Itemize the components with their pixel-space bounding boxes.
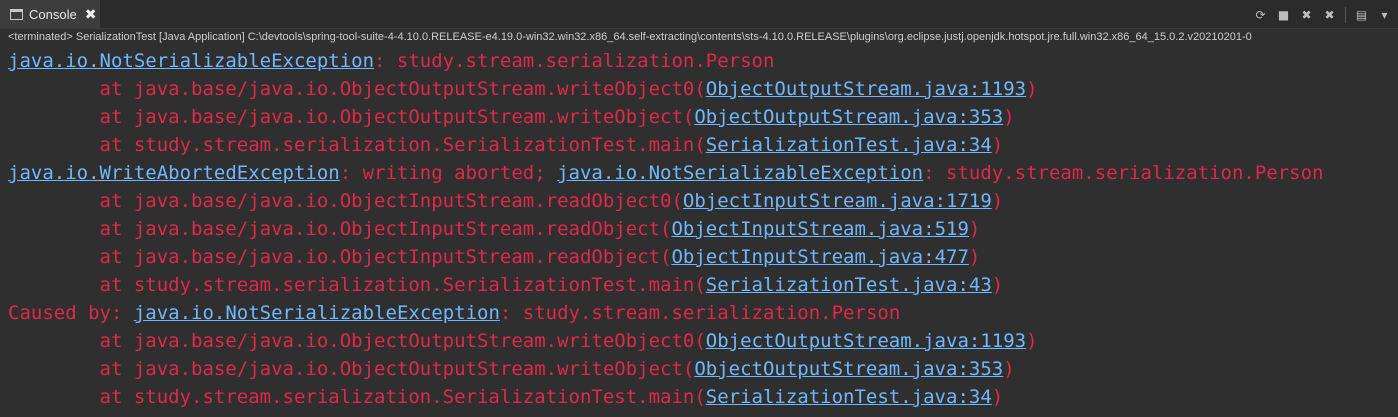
console-line: at java.base/java.io.ObjectOutputStream.… (8, 103, 1398, 131)
stacktrace-link[interactable]: SerializationTest.java:43 (706, 274, 992, 296)
console-line: at study.stream.serialization.Serializat… (8, 383, 1398, 411)
console-toolbar: ⟳ ■ ✖ ✖ ▤ ▾ (1253, 0, 1392, 29)
stacktrace-text: : study.stream.serialization.Person (374, 50, 775, 72)
stacktrace-text: : study.stream.serialization.Person (923, 162, 1324, 184)
stacktrace-link[interactable]: ObjectOutputStream.java:1193 (706, 78, 1026, 100)
process-status: <terminated> SerializationTest [Java App… (0, 29, 1398, 45)
stacktrace-text: at java.base/java.io.ObjectInputStream.r… (8, 218, 672, 240)
stacktrace-text: at study.stream.serialization.Serializat… (8, 274, 706, 296)
tab-console-label: Console (29, 7, 77, 22)
stacktrace-link[interactable]: java.io.NotSerializableException (557, 162, 923, 184)
stacktrace-text: ) (1003, 358, 1015, 380)
remove-icon[interactable]: ✖ (1299, 7, 1314, 22)
stop-icon[interactable]: ■ (1276, 7, 1291, 22)
console-icon (10, 9, 23, 20)
console-line: at java.base/java.io.ObjectInputStream.r… (8, 187, 1398, 215)
console-line: at java.base/java.io.ObjectOutputStream.… (8, 75, 1398, 103)
console-line: at study.stream.serialization.Serializat… (8, 131, 1398, 159)
view-tab-bar: Console ✖ ⟳ ■ ✖ ✖ ▤ ▾ (0, 0, 1398, 29)
console-line: at study.stream.serialization.Serializat… (8, 271, 1398, 299)
clear-icon[interactable]: ▤ (1354, 7, 1369, 22)
stacktrace-link[interactable]: ObjectOutputStream.java:353 (694, 106, 1003, 128)
stacktrace-link[interactable]: ObjectInputStream.java:519 (671, 218, 968, 240)
stacktrace-text: ) (968, 246, 981, 268)
stacktrace-text: : study.stream.serialization.Person (499, 302, 901, 324)
console-output[interactable]: java.io.NotSerializableException: study.… (0, 45, 1398, 417)
stacktrace-text: Caused by: (8, 302, 134, 324)
stacktrace-text: at java.base/java.io.ObjectOutputStream.… (8, 78, 706, 100)
stacktrace-text: ) (991, 386, 1004, 408)
console-line: java.io.NotSerializableException: study.… (8, 47, 1398, 75)
stacktrace-text: ) (1026, 78, 1038, 100)
stacktrace-text: ) (1026, 330, 1038, 352)
stacktrace-link[interactable]: SerializationTest.java:34 (706, 386, 992, 408)
console-view: Console ✖ ⟳ ■ ✖ ✖ ▤ ▾ <terminated> Serializat… (0, 0, 1398, 417)
stacktrace-text: at study.stream.serialization.Serializat… (8, 134, 706, 156)
scroll-lock-icon[interactable]: ▾ (1377, 7, 1392, 22)
stacktrace-text: at java.base/java.io.ObjectOutputStream.… (8, 358, 695, 380)
stacktrace-link[interactable]: ObjectOutputStream.java:353 (694, 358, 1003, 380)
console-line: at java.base/java.io.ObjectInputStream.r… (8, 215, 1398, 243)
stacktrace-text: ) (991, 134, 1004, 156)
stacktrace-text: ) (968, 218, 981, 240)
stacktrace-link[interactable]: java.io.NotSerializableException (134, 302, 500, 324)
stacktrace-text: at java.base/java.io.ObjectInputStream.r… (8, 190, 683, 212)
refresh-icon[interactable]: ⟳ (1253, 7, 1268, 22)
console-line: java.io.WriteAbortedException: writing a… (8, 159, 1398, 187)
stacktrace-link[interactable]: ObjectInputStream.java:477 (671, 246, 968, 268)
stacktrace-text: at java.base/java.io.ObjectInputStream.r… (8, 246, 672, 268)
stacktrace-text: : writing aborted; (339, 162, 558, 184)
console-line: at java.base/java.io.ObjectOutputStream.… (8, 355, 1398, 383)
stacktrace-link[interactable]: ObjectOutputStream.java:1193 (706, 330, 1026, 352)
close-icon[interactable]: ✖ (85, 7, 97, 23)
console-line: Caused by: java.io.NotSerializableExcept… (8, 299, 1398, 327)
stacktrace-text: ) (991, 274, 1004, 296)
tab-console[interactable]: Console ✖ (0, 0, 100, 29)
remove-all-icon[interactable]: ✖ (1322, 7, 1337, 22)
stacktrace-text: at java.base/java.io.ObjectOutputStream.… (8, 106, 695, 128)
console-line: at java.base/java.io.ObjectInputStream.r… (8, 243, 1398, 271)
stacktrace-text: ) (991, 190, 1004, 212)
stacktrace-link[interactable]: SerializationTest.java:34 (706, 134, 992, 156)
stacktrace-text: at java.base/java.io.ObjectOutputStream.… (8, 330, 706, 352)
console-line: at java.base/java.io.ObjectOutputStream.… (8, 327, 1398, 355)
stacktrace-text: ) (1003, 106, 1015, 128)
stacktrace-text: at study.stream.serialization.Serializat… (8, 386, 706, 408)
toolbar-separator (1345, 6, 1346, 23)
stacktrace-link[interactable]: ObjectInputStream.java:1719 (683, 190, 992, 212)
stacktrace-link[interactable]: java.io.NotSerializableException (8, 50, 374, 72)
stacktrace-link[interactable]: java.io.WriteAbortedException (8, 162, 340, 184)
